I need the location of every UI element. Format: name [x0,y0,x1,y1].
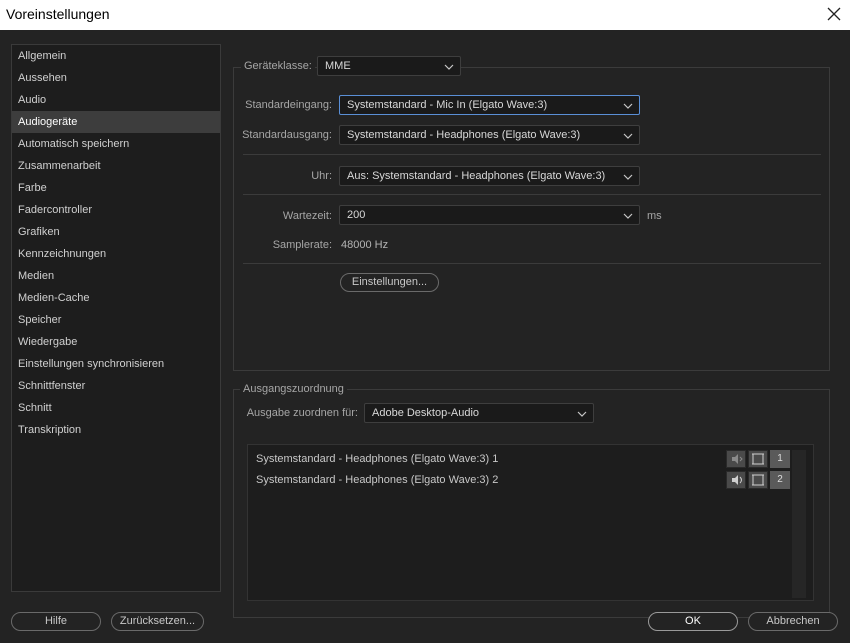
map-output-for-label: Ausgabe zuordnen für: [246,407,358,419]
clock-dropdown[interactable]: Aus: Systemstandard - Headphones (Elgato… [339,166,640,186]
default-input-value: Systemstandard - Mic In (Elgato Wave:3) [347,99,548,111]
latency-value: 200 [347,209,366,221]
reset-button[interactable]: Zurücksetzen... [111,612,204,631]
clock-label: Uhr: [311,170,332,182]
divider [243,263,821,264]
chevron-down-icon [444,62,454,70]
divider [243,194,821,195]
ok-button[interactable]: OK [648,612,738,631]
default-output-label: Standardausgang: [242,129,332,141]
chevron-down-icon [623,131,633,139]
clock-value: Aus: Systemstandard - Headphones (Elgato… [347,170,606,182]
sidebar-item-farbe[interactable]: Farbe [12,177,220,199]
channel-number-2: 2 [770,471,790,489]
chevron-down-icon [623,172,633,180]
chevron-down-icon [623,211,633,219]
output-mapping-legend: Ausgangszuordnung [240,383,347,395]
device-class-dropdown[interactable]: MME [317,56,461,76]
sidebar-item-kennzeichnungen[interactable]: Kennzeichnungen [12,243,220,265]
sidebar-item-zusammenarbeit[interactable]: Zusammenarbeit [12,155,220,177]
sidebar-item-grafiken[interactable]: Grafiken [12,221,220,243]
sidebar-item-einstellungen-synchronisieren[interactable]: Einstellungen synchronisieren [12,353,220,375]
channel-row-1: Systemstandard - Headphones (Elgato Wave… [256,453,499,465]
default-output-dropdown[interactable]: Systemstandard - Headphones (Elgato Wave… [339,125,640,145]
map-output-for-value: Adobe Desktop-Audio [372,407,480,419]
chevron-down-icon [577,409,587,417]
device-settings-button[interactable]: Einstellungen... [340,273,439,292]
default-input-label: Standardeingang: [245,99,332,111]
device-class-value: MME [325,60,351,72]
latency-label: Wartezeit: [282,210,332,222]
map-output-for-dropdown[interactable]: Adobe Desktop-Audio [364,403,594,423]
channel-row-2: Systemstandard - Headphones (Elgato Wave… [256,474,499,486]
channel-number-1: 1 [770,450,790,468]
category-list: Allgemein Aussehen Audio Audiogeräte Aut… [11,44,221,592]
sidebar-item-speicher[interactable]: Speicher [12,309,220,331]
sidebar-item-wiedergabe[interactable]: Wiedergabe [12,331,220,353]
sidebar-item-audio[interactable]: Audio [12,89,220,111]
latency-unit: ms [647,210,662,222]
channel-list-scrollbar[interactable] [792,450,806,598]
default-output-value: Systemstandard - Headphones (Elgato Wave… [347,129,581,141]
sidebar-item-transkription[interactable]: Transkription [12,419,220,441]
help-button[interactable]: Hilfe [11,612,101,631]
speaker-icon[interactable] [726,450,746,468]
cancel-button[interactable]: Abbrechen [748,612,838,631]
latency-dropdown[interactable]: 200 [339,205,640,225]
sidebar-item-schnittfenster[interactable]: Schnittfenster [12,375,220,397]
samplerate-label: Samplerate: [272,239,332,251]
sidebar-item-aussehen[interactable]: Aussehen [12,67,220,89]
title-bar: Voreinstellungen [0,0,850,30]
chevron-down-icon [623,101,633,109]
sidebar-item-audiogeraete[interactable]: Audiogeräte [12,111,220,133]
sidebar-item-medien[interactable]: Medien [12,265,220,287]
window-title: Voreinstellungen [6,6,110,22]
sidebar-item-medien-cache[interactable]: Medien-Cache [12,287,220,309]
channel-frame-icon[interactable] [748,450,768,468]
sidebar-item-automatisch-speichern[interactable]: Automatisch speichern [12,133,220,155]
close-icon[interactable] [824,4,844,24]
sidebar-item-fadercontroller[interactable]: Fadercontroller [12,199,220,221]
device-class-label: Geräteklasse: [241,60,315,72]
samplerate-value: 48000 Hz [341,239,389,251]
speaker-icon[interactable] [726,471,746,489]
sidebar-item-allgemein[interactable]: Allgemein [12,45,220,67]
channel-frame-icon[interactable] [748,471,768,489]
divider [243,154,821,155]
default-input-dropdown[interactable]: Systemstandard - Mic In (Elgato Wave:3) [339,95,640,115]
sidebar-item-schnitt[interactable]: Schnitt [12,397,220,419]
